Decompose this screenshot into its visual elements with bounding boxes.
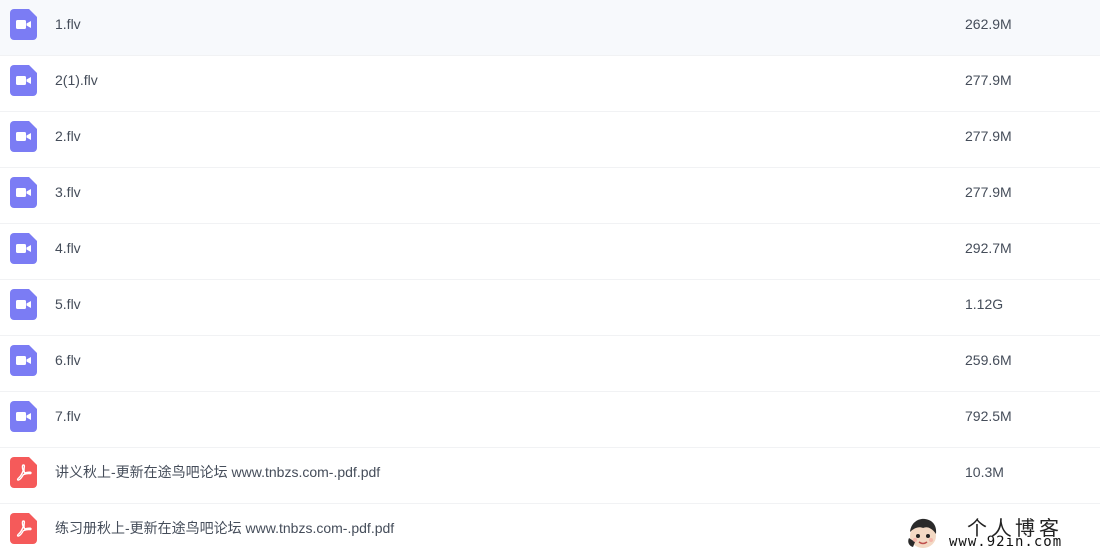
video-file-icon (10, 177, 37, 208)
file-size: 277.9M (965, 184, 1012, 200)
video-file-icon (10, 401, 37, 432)
file-size: 1.12G (965, 296, 1004, 312)
file-name: 练习册秋上-更新在途鸟吧论坛 www.tnbzs.com-.pdf.pdf (55, 520, 395, 536)
file-row[interactable]: 7.flv 792.5M (0, 392, 1100, 448)
file-row[interactable]: 2(1).flv 277.9M (0, 56, 1100, 112)
file-size: 277.9M (965, 128, 1012, 144)
file-name: 5.flv (55, 296, 81, 312)
file-row[interactable]: 讲义秋上-更新在途鸟吧论坛 www.tnbzs.com-.pdf.pdf 10.… (0, 448, 1100, 504)
file-size: 792.5M (965, 408, 1012, 424)
mascot-icon (905, 516, 941, 550)
file-size: 292.7M (965, 240, 1012, 256)
file-name: 4.flv (55, 240, 81, 256)
watermark: 个人博客 www.92in.com (905, 512, 1095, 552)
file-name: 6.flv (55, 352, 81, 368)
video-file-icon (10, 65, 37, 96)
file-size: 10.3M (965, 464, 1004, 480)
file-size: 277.9M (965, 72, 1012, 88)
file-list: 1.flv 262.9M 2(1).flv 277.9M 2.flv 277.9… (0, 0, 1100, 555)
video-file-icon (10, 9, 37, 40)
video-file-icon (10, 121, 37, 152)
file-row[interactable]: 1.flv 262.9M (0, 0, 1100, 56)
file-name: 7.flv (55, 408, 81, 424)
file-row[interactable]: 3.flv 277.9M (0, 168, 1100, 224)
file-size: 259.6M (965, 352, 1012, 368)
file-name: 3.flv (55, 184, 81, 200)
watermark-url: www.92in.com (949, 534, 1063, 550)
file-name: 1.flv (55, 16, 81, 32)
file-name: 2(1).flv (55, 72, 98, 88)
video-file-icon (10, 345, 37, 376)
pdf-file-icon (10, 457, 37, 488)
video-file-icon (10, 233, 37, 264)
file-name: 讲义秋上-更新在途鸟吧论坛 www.tnbzs.com-.pdf.pdf (55, 464, 381, 480)
pdf-file-icon (10, 513, 37, 544)
file-row[interactable]: 6.flv 259.6M (0, 336, 1100, 392)
file-size: 262.9M (965, 16, 1012, 32)
file-row[interactable]: 4.flv 292.7M (0, 224, 1100, 280)
file-row[interactable]: 2.flv 277.9M (0, 112, 1100, 168)
file-name: 2.flv (55, 128, 81, 144)
video-file-icon (10, 289, 37, 320)
file-row[interactable]: 5.flv 1.12G (0, 280, 1100, 336)
